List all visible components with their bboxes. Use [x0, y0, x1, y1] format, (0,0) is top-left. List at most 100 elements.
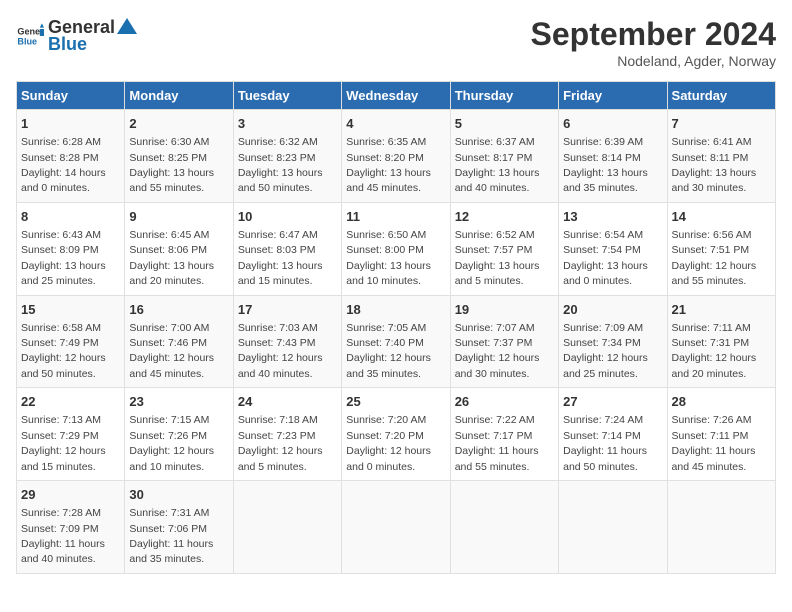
- day-cell: 23Sunrise: 7:15 AMSunset: 7:26 PMDayligh…: [125, 388, 233, 481]
- column-header-monday: Monday: [125, 82, 233, 110]
- day-cell: 7 Sunrise: 6:41 AMSunset: 8:11 PMDaylight…: [667, 110, 775, 203]
- day-number: 6: [563, 115, 662, 133]
- day-number: 28: [672, 393, 771, 411]
- day-cell: 27 Sunrise: 7:24 AMSunset: 7:14 PMDayligh…: [559, 388, 667, 481]
- sunrise-text: Sunrise: 6:30 AMSunset: 8:25 PMDaylight:…: [129, 136, 214, 194]
- day-cell: 14 Sunrise: 6:56 AMSunset: 7:51 PMDayligh…: [667, 202, 775, 295]
- sunrise-text: Sunrise: 7:18 AMSunset: 7:23 PMDaylight:…: [238, 414, 323, 472]
- day-cell: 19 Sunrise: 7:07 AMSunset: 7:37 PMDayligh…: [450, 295, 558, 388]
- day-cell: 21 Sunrise: 7:11 AMSunset: 7:31 PMDayligh…: [667, 295, 775, 388]
- day-number: 7: [672, 115, 771, 133]
- day-cell: 20 Sunrise: 7:09 AMSunset: 7:34 PMDayligh…: [559, 295, 667, 388]
- logo: General Blue General Blue: [16, 16, 137, 55]
- day-number: 10: [238, 208, 337, 226]
- sunrise-text: Sunrise: 7:22 AMSunset: 7:17 PMDaylight:…: [455, 414, 539, 472]
- day-cell: 25 Sunrise: 7:20 AMSunset: 7:20 PMDayligh…: [342, 388, 450, 481]
- day-number: 4: [346, 115, 445, 133]
- sunrise-text: Sunrise: 6:58 AMSunset: 7:49 PMDaylight:…: [21, 322, 106, 380]
- day-cell: 12Sunrise: 6:52 AMSunset: 7:57 PMDayligh…: [450, 202, 558, 295]
- logo-triangle-icon: [117, 16, 137, 38]
- sunrise-text: Sunrise: 6:32 AMSunset: 8:23 PMDaylight:…: [238, 136, 323, 194]
- day-cell: 2 Sunrise: 6:30 AMSunset: 8:25 PMDaylight…: [125, 110, 233, 203]
- day-cell: 8Sunrise: 6:43 AMSunset: 8:09 PMDaylight…: [17, 202, 125, 295]
- sunrise-text: Sunrise: 7:11 AMSunset: 7:31 PMDaylight:…: [672, 322, 757, 380]
- header: General Blue General Blue September 2024…: [16, 16, 776, 69]
- column-header-wednesday: Wednesday: [342, 82, 450, 110]
- day-cell: 5 Sunrise: 6:37 AMSunset: 8:17 PMDaylight…: [450, 110, 558, 203]
- day-cell: [233, 481, 341, 574]
- sunrise-text: Sunrise: 6:28 AMSunset: 8:28 PMDaylight:…: [21, 136, 106, 194]
- sunrise-text: Sunrise: 6:54 AMSunset: 7:54 PMDaylight:…: [563, 229, 648, 287]
- day-number: 2: [129, 115, 228, 133]
- day-number: 21: [672, 301, 771, 319]
- day-cell: 22 Sunrise: 7:13 AMSunset: 7:29 PMDayligh…: [17, 388, 125, 481]
- day-cell: 16Sunrise: 7:00 AMSunset: 7:46 PMDayligh…: [125, 295, 233, 388]
- day-number: 11: [346, 208, 445, 226]
- sunrise-text: Sunrise: 6:52 AMSunset: 7:57 PMDaylight:…: [455, 229, 540, 287]
- day-number: 5: [455, 115, 554, 133]
- column-header-thursday: Thursday: [450, 82, 558, 110]
- day-cell: 17Sunrise: 7:03 AMSunset: 7:43 PMDayligh…: [233, 295, 341, 388]
- day-cell: [667, 481, 775, 574]
- day-number: 30: [129, 486, 228, 504]
- column-header-tuesday: Tuesday: [233, 82, 341, 110]
- column-header-friday: Friday: [559, 82, 667, 110]
- svg-text:Blue: Blue: [17, 36, 37, 46]
- day-number: 29: [21, 486, 120, 504]
- sunrise-text: Sunrise: 6:35 AMSunset: 8:20 PMDaylight:…: [346, 136, 431, 194]
- day-number: 23: [129, 393, 228, 411]
- day-number: 14: [672, 208, 771, 226]
- day-number: 17: [238, 301, 337, 319]
- sunrise-text: Sunrise: 6:50 AMSunset: 8:00 PMDaylight:…: [346, 229, 431, 287]
- sunrise-text: Sunrise: 6:45 AMSunset: 8:06 PMDaylight:…: [129, 229, 214, 287]
- week-row-1: 1 Sunrise: 6:28 AMSunset: 8:28 PMDaylight…: [17, 110, 776, 203]
- day-cell: 4 Sunrise: 6:35 AMSunset: 8:20 PMDaylight…: [342, 110, 450, 203]
- day-number: 1: [21, 115, 120, 133]
- day-number: 26: [455, 393, 554, 411]
- day-cell: 30 Sunrise: 7:31 AMSunset: 7:06 PMDayligh…: [125, 481, 233, 574]
- day-cell: 15 Sunrise: 6:58 AMSunset: 7:49 PMDayligh…: [17, 295, 125, 388]
- sunrise-text: Sunrise: 7:24 AMSunset: 7:14 PMDaylight:…: [563, 414, 647, 472]
- calendar-table: SundayMondayTuesdayWednesdayThursdayFrid…: [16, 81, 776, 574]
- day-number: 25: [346, 393, 445, 411]
- column-header-saturday: Saturday: [667, 82, 775, 110]
- day-number: 20: [563, 301, 662, 319]
- header-row: SundayMondayTuesdayWednesdayThursdayFrid…: [17, 82, 776, 110]
- day-number: 15: [21, 301, 120, 319]
- day-number: 16: [129, 301, 228, 319]
- week-row-5: 29Sunrise: 7:28 AMSunset: 7:09 PMDayligh…: [17, 481, 776, 574]
- week-row-3: 15 Sunrise: 6:58 AMSunset: 7:49 PMDayligh…: [17, 295, 776, 388]
- week-row-2: 8Sunrise: 6:43 AMSunset: 8:09 PMDaylight…: [17, 202, 776, 295]
- sunrise-text: Sunrise: 7:13 AMSunset: 7:29 PMDaylight:…: [21, 414, 106, 472]
- day-number: 19: [455, 301, 554, 319]
- sunrise-text: Sunrise: 7:20 AMSunset: 7:20 PMDaylight:…: [346, 414, 431, 472]
- subtitle: Nodeland, Agder, Norway: [531, 53, 776, 69]
- day-cell: 18Sunrise: 7:05 AMSunset: 7:40 PMDayligh…: [342, 295, 450, 388]
- day-cell: 11 Sunrise: 6:50 AMSunset: 8:00 PMDayligh…: [342, 202, 450, 295]
- day-cell: [450, 481, 558, 574]
- day-number: 27: [563, 393, 662, 411]
- day-number: 13: [563, 208, 662, 226]
- day-cell: 10 Sunrise: 6:47 AMSunset: 8:03 PMDayligh…: [233, 202, 341, 295]
- sunrise-text: Sunrise: 6:37 AMSunset: 8:17 PMDaylight:…: [455, 136, 540, 194]
- day-number: 3: [238, 115, 337, 133]
- sunrise-text: Sunrise: 6:47 AMSunset: 8:03 PMDaylight:…: [238, 229, 323, 287]
- day-cell: 13 Sunrise: 6:54 AMSunset: 7:54 PMDayligh…: [559, 202, 667, 295]
- day-cell: 6 Sunrise: 6:39 AMSunset: 8:14 PMDaylight…: [559, 110, 667, 203]
- week-row-4: 22 Sunrise: 7:13 AMSunset: 7:29 PMDayligh…: [17, 388, 776, 481]
- day-number: 18: [346, 301, 445, 319]
- day-number: 9: [129, 208, 228, 226]
- sunrise-text: Sunrise: 7:26 AMSunset: 7:11 PMDaylight:…: [672, 414, 756, 472]
- day-cell: 26 Sunrise: 7:22 AMSunset: 7:17 PMDayligh…: [450, 388, 558, 481]
- sunrise-text: Sunrise: 6:41 AMSunset: 8:11 PMDaylight:…: [672, 136, 757, 194]
- sunrise-text: Sunrise: 6:56 AMSunset: 7:51 PMDaylight:…: [672, 229, 757, 287]
- logo-icon: General Blue: [16, 22, 44, 50]
- sunrise-text: Sunrise: 7:07 AMSunset: 7:37 PMDaylight:…: [455, 322, 540, 380]
- main-title: September 2024: [531, 16, 776, 53]
- day-cell: 24Sunrise: 7:18 AMSunset: 7:23 PMDayligh…: [233, 388, 341, 481]
- day-number: 8: [21, 208, 120, 226]
- sunrise-text: Sunrise: 7:31 AMSunset: 7:06 PMDaylight:…: [129, 507, 213, 565]
- sunrise-text: Sunrise: 7:09 AMSunset: 7:34 PMDaylight:…: [563, 322, 648, 380]
- sunrise-text: Sunrise: 6:39 AMSunset: 8:14 PMDaylight:…: [563, 136, 648, 194]
- day-number: 22: [21, 393, 120, 411]
